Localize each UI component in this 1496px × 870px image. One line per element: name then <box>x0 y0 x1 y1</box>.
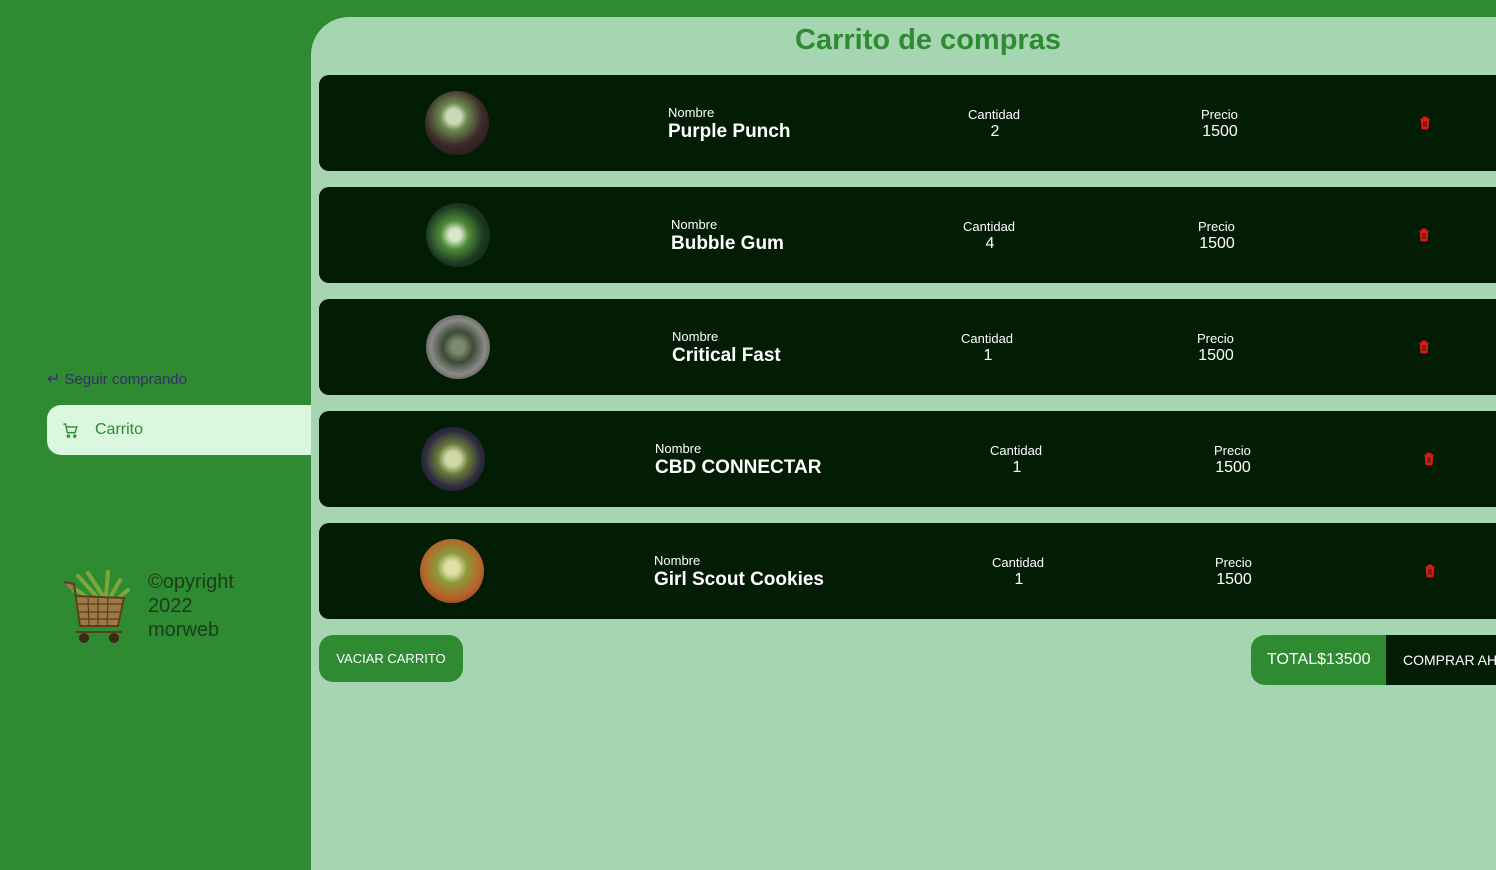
product-image <box>426 203 490 267</box>
product-price: 1500 <box>1216 571 1252 588</box>
trash-icon[interactable] <box>1418 340 1430 354</box>
price-label: Precio <box>1198 219 1235 234</box>
copyright-line-2: 2022 <box>148 595 193 617</box>
sidebar: ↵ Seguir comprando Carrito ©opyright 202… <box>0 0 311 870</box>
product-image <box>420 539 484 603</box>
copyright-line-1: ©opyright <box>148 571 234 593</box>
nav-item-cart-label: Carrito <box>95 421 144 438</box>
return-arrow-icon: ↵ <box>47 371 61 388</box>
product-qty: 1 <box>1012 459 1022 476</box>
copyright-text: ©opyright 2022 morweb <box>148 570 234 642</box>
product-price: 1500 <box>1198 347 1234 364</box>
product-qty: 4 <box>985 235 995 252</box>
product-image <box>426 315 490 379</box>
nav-item-cart[interactable]: Carrito <box>47 405 311 455</box>
product-qty: 2 <box>990 123 1000 140</box>
cart-item: Nombre Purple Punch Cantidad 2 Precio 15… <box>319 75 1496 171</box>
cart-item: Nombre Critical Fast Cantidad 1 Precio 1… <box>319 299 1496 395</box>
cart-logo <box>63 570 130 643</box>
name-label: Nombre <box>655 441 702 456</box>
product-name: Critical Fast <box>672 345 781 366</box>
name-label: Nombre <box>668 105 715 120</box>
name-label: Nombre <box>672 329 719 344</box>
product-image <box>421 427 485 491</box>
product-qty: 1 <box>1014 571 1024 588</box>
cart-item: Nombre Girl Scout Cookies Cantidad 1 Pre… <box>319 523 1496 619</box>
continue-shopping-label: Seguir comprando <box>64 370 187 388</box>
qty-label: Cantidad <box>992 555 1045 570</box>
name-label: Nombre <box>654 553 701 568</box>
product-name: Purple Punch <box>668 121 791 142</box>
trash-icon[interactable] <box>1419 116 1431 130</box>
product-name: Girl Scout Cookies <box>654 569 824 590</box>
cart-icon <box>63 422 78 438</box>
trash-icon[interactable] <box>1423 452 1435 466</box>
product-image <box>425 91 489 155</box>
trash-icon[interactable] <box>1424 564 1436 578</box>
price-label: Precio <box>1201 107 1238 122</box>
page-title: Carrito de compras <box>795 24 1061 56</box>
footer: ©opyright 2022 morweb <box>58 568 234 648</box>
product-name: CBD CONNECTAR <box>655 457 822 478</box>
price-label: Precio <box>1215 555 1252 570</box>
product-price: 1500 <box>1199 235 1235 252</box>
product-price: 1500 <box>1202 123 1238 140</box>
empty-cart-button[interactable]: VACIAR CARRITO <box>319 635 463 682</box>
cart-item: Nombre Bubble Gum Cantidad 4 Precio 1500 <box>319 187 1496 283</box>
product-qty: 1 <box>983 347 993 364</box>
qty-label: Cantidad <box>961 331 1014 346</box>
name-label: Nombre <box>671 217 718 232</box>
cart-content: Carrito de compras Nombre Purple Punch C… <box>311 17 1496 870</box>
product-name: Bubble Gum <box>671 233 784 254</box>
product-price: 1500 <box>1215 459 1251 476</box>
buy-now-button[interactable]: COMPRAR AHORA <box>1386 635 1496 685</box>
total-label: TOTAL$13500 <box>1251 635 1386 685</box>
continue-shopping-link[interactable]: ↵ Seguir comprando <box>47 369 187 389</box>
trash-icon[interactable] <box>1418 228 1430 242</box>
price-label: Precio <box>1197 331 1234 346</box>
qty-label: Cantidad <box>990 443 1043 458</box>
price-label: Precio <box>1214 443 1251 458</box>
qty-label: Cantidad <box>968 107 1021 122</box>
cart-item: Nombre CBD CONNECTAR Cantidad 1 Precio 1… <box>319 411 1496 507</box>
copyright-line-3: morweb <box>148 619 220 641</box>
qty-label: Cantidad <box>963 219 1016 234</box>
